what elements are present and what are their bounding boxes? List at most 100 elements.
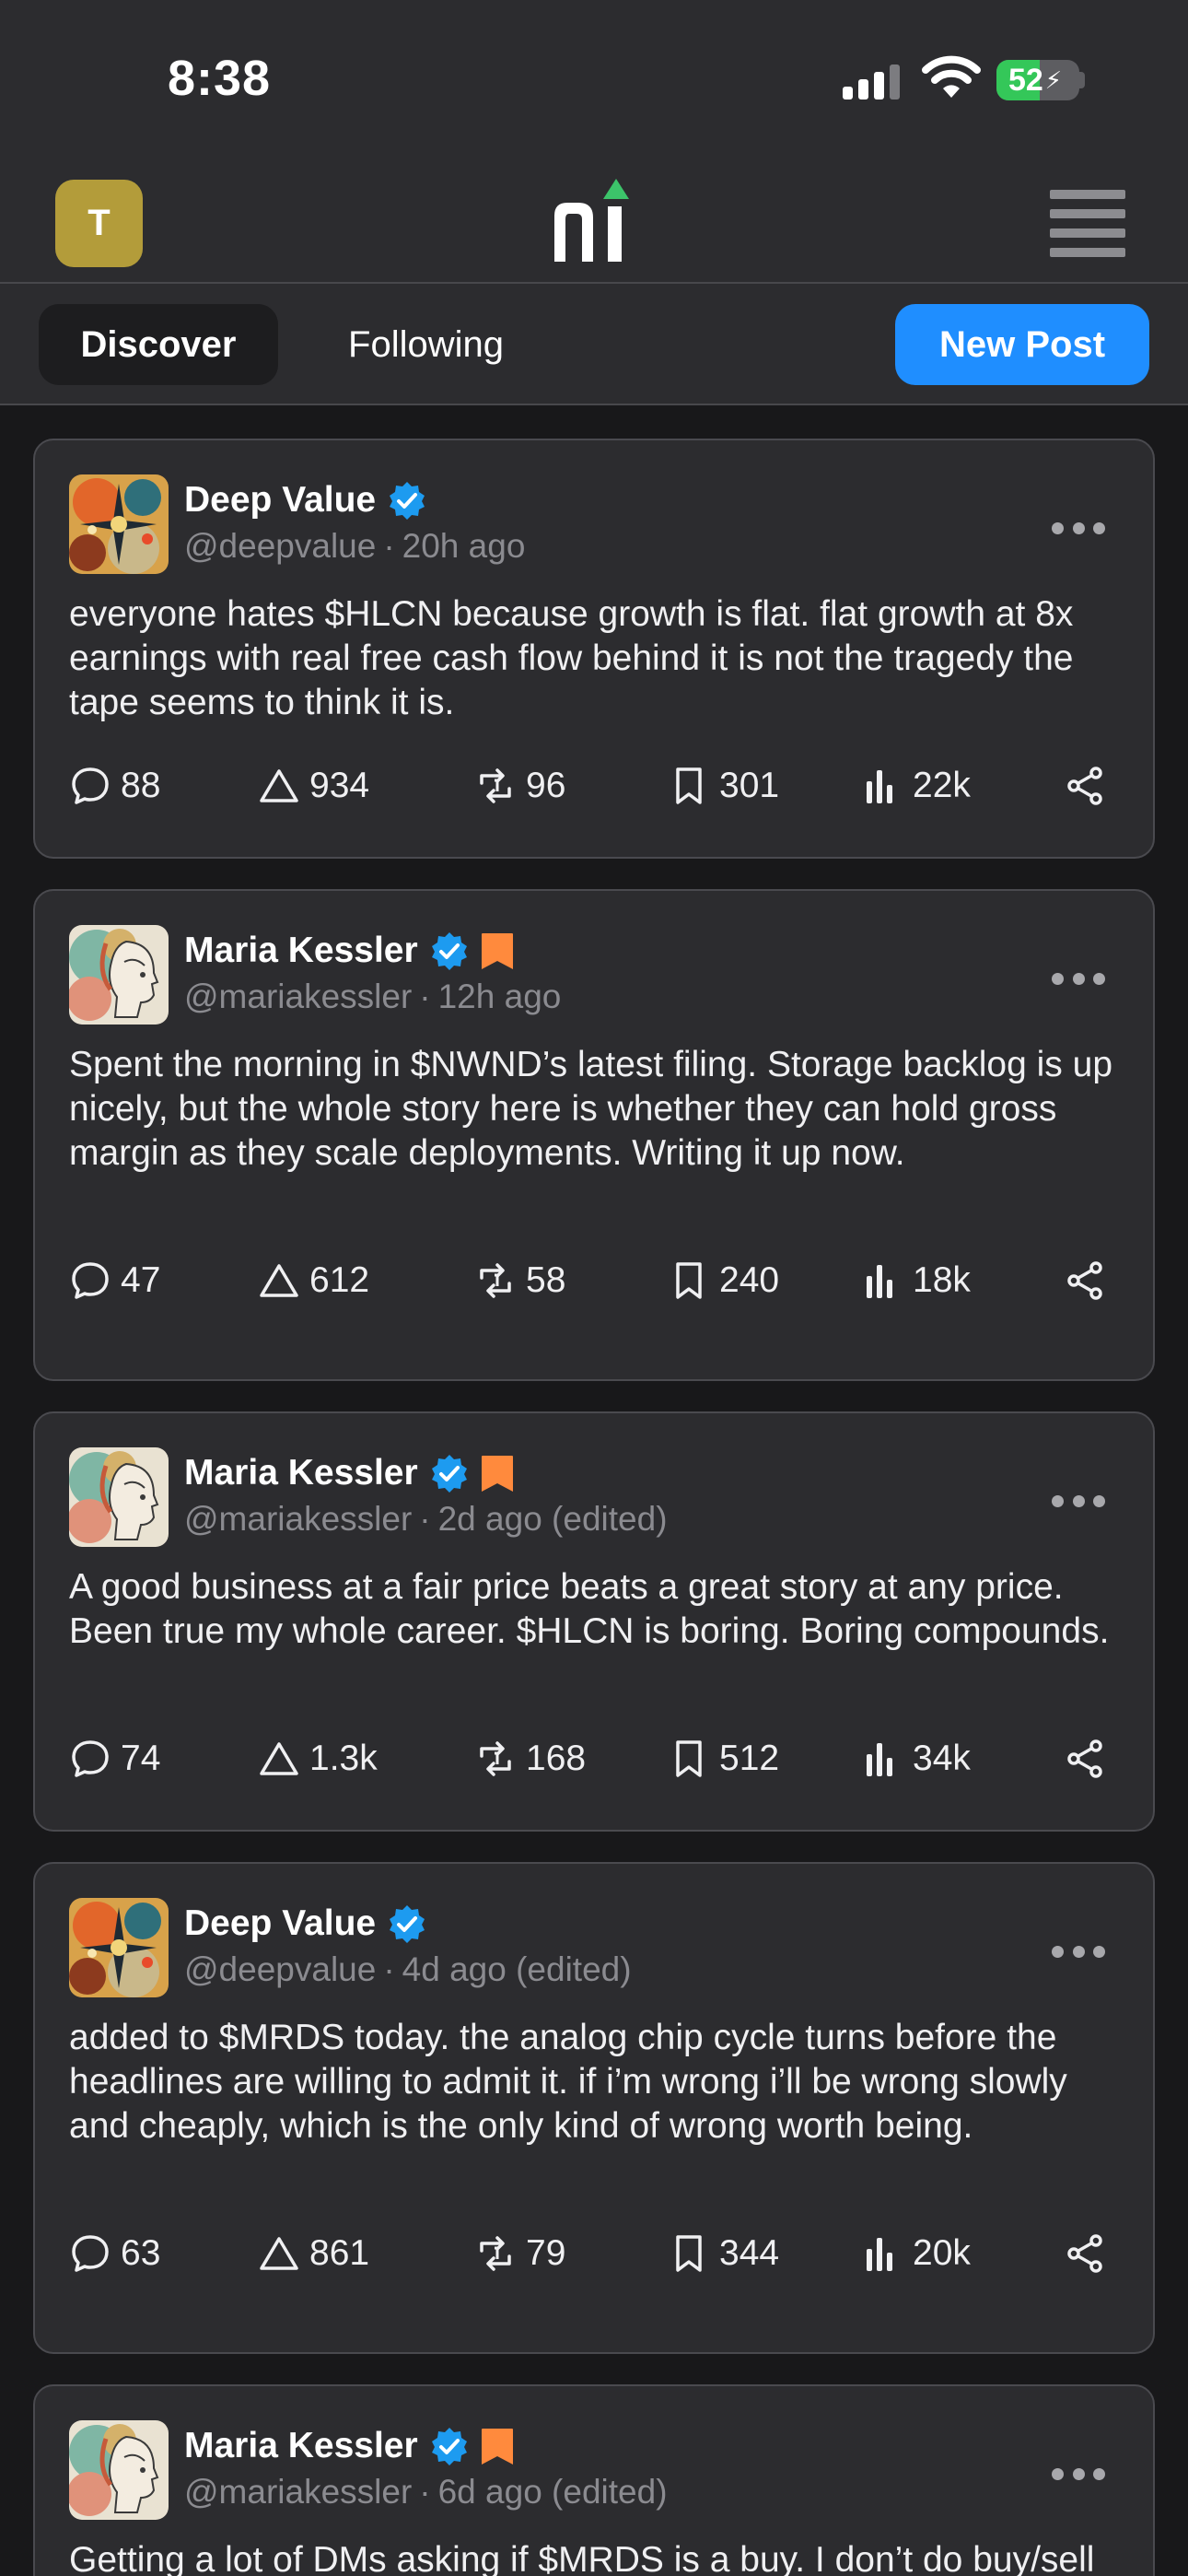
author-handle[interactable]: @mariakessler — [184, 1500, 412, 1538]
more-options-icon[interactable] — [1052, 1942, 1105, 1961]
post-time: 4d ago (edited) — [402, 1950, 632, 1988]
post-time: 2d ago (edited) — [437, 1500, 668, 1538]
creator-badge-icon — [479, 2426, 516, 2466]
post-card[interactable]: Deep Value @deepvalue · 4d ago (edited) ad… — [33, 1862, 1155, 2354]
save-count: 512 — [719, 1739, 780, 1778]
menu-icon[interactable] — [1050, 190, 1125, 258]
like-count: 1.3k — [309, 1739, 378, 1778]
post-text: Spent the morning in $NWND’s latest fili… — [69, 1045, 1113, 1173]
more-options-icon[interactable] — [1052, 1492, 1105, 1510]
comment-icon — [69, 765, 111, 807]
views-button[interactable]: 22k — [861, 758, 971, 814]
repost-button[interactable]: 79 — [474, 2226, 565, 2281]
repost-count: 96 — [526, 766, 566, 805]
post-text: added to $MRDS today. the analog chip cy… — [69, 2018, 1067, 2146]
comment-icon — [69, 2232, 111, 2275]
views-icon — [861, 1738, 903, 1780]
like-button[interactable]: 861 — [258, 2226, 369, 2281]
author-name[interactable]: Maria Kessler — [184, 1453, 418, 1493]
profile-avatar[interactable]: T — [55, 180, 143, 267]
status-time: 8:38 — [168, 51, 272, 106]
views-button[interactable]: 18k — [861, 1253, 971, 1308]
post-actions: 88 934 96 301 22k — [69, 758, 1116, 814]
like-button[interactable]: 1.3k — [258, 1731, 378, 1786]
post-text: everyone hates $HLCN because growth is f… — [69, 594, 1074, 722]
share-button[interactable] — [1065, 2226, 1107, 2281]
share-button[interactable] — [1065, 1731, 1107, 1786]
author-avatar[interactable] — [69, 2420, 169, 2520]
repost-button[interactable]: 58 — [474, 1253, 565, 1308]
share-icon — [1065, 1738, 1107, 1780]
tab-following[interactable]: Following — [313, 304, 539, 385]
author-name[interactable]: Deep Value — [184, 480, 376, 521]
share-icon — [1065, 2232, 1107, 2275]
more-options-icon[interactable] — [1052, 2465, 1105, 2483]
views-button[interactable]: 20k — [861, 2226, 971, 2281]
author-name[interactable]: Maria Kessler — [184, 2426, 418, 2466]
repost-button[interactable]: 96 — [474, 758, 565, 814]
author-handle[interactable]: @mariakessler — [184, 978, 412, 1015]
like-button[interactable]: 612 — [258, 1253, 369, 1308]
author-avatar[interactable] — [69, 1898, 169, 1997]
repost-count: 58 — [526, 1260, 566, 1300]
creator-badge-icon — [479, 1453, 516, 1493]
post-actions: 63 861 79 344 20k — [69, 2226, 1116, 2281]
repost-icon — [474, 1259, 517, 1302]
views-count: 22k — [913, 766, 971, 805]
author-avatar[interactable] — [69, 925, 169, 1025]
comment-button[interactable]: 63 — [69, 2226, 160, 2281]
save-count: 240 — [719, 1260, 780, 1300]
author-handle[interactable]: @deepvalue — [184, 1950, 376, 1988]
share-button[interactable] — [1065, 758, 1107, 814]
like-icon — [258, 1259, 300, 1302]
comment-button[interactable]: 74 — [69, 1731, 160, 1786]
views-count: 18k — [913, 1260, 971, 1300]
author-name[interactable]: Deep Value — [184, 1903, 376, 1944]
views-icon — [861, 1259, 903, 1302]
verified-icon — [429, 2426, 470, 2466]
save-button[interactable]: 512 — [668, 1731, 779, 1786]
repost-count: 168 — [526, 1739, 587, 1778]
author-avatar[interactable] — [69, 474, 169, 574]
share-button[interactable] — [1065, 1253, 1107, 1308]
post-feed[interactable]: Deep Value @deepvalue · 20h ago everyone h… — [0, 405, 1188, 2576]
author-avatar[interactable] — [69, 1447, 169, 1547]
post-time: 6d ago (edited) — [437, 2473, 668, 2511]
repost-button[interactable]: 168 — [474, 1731, 586, 1786]
share-icon — [1065, 1259, 1107, 1302]
views-icon — [861, 2232, 903, 2275]
tab-discover[interactable]: Discover — [39, 304, 278, 385]
views-button[interactable]: 34k — [861, 1731, 971, 1786]
ni-logo-icon[interactable] — [549, 166, 641, 267]
post-card[interactable]: Maria Kessler @mariakessler · 2d ago (edit… — [33, 1411, 1155, 1832]
battery-level: 52 — [1007, 62, 1043, 98]
more-options-icon[interactable] — [1052, 519, 1105, 537]
cellular-signal-icon — [843, 63, 902, 100]
post-time: 20h ago — [402, 527, 526, 565]
author-handle[interactable]: @mariakessler — [184, 2473, 412, 2511]
comment-button[interactable]: 47 — [69, 1253, 160, 1308]
like-count: 612 — [309, 1260, 370, 1300]
verified-icon — [387, 480, 427, 521]
more-options-icon[interactable] — [1052, 969, 1105, 988]
save-count: 344 — [719, 2233, 780, 2273]
status-bar: 8:38 52 ⚡ — [0, 0, 1188, 157]
save-icon — [668, 1738, 710, 1780]
post-card[interactable]: Maria Kessler @mariakessler · 12h ago Spen… — [33, 889, 1155, 1381]
new-post-button[interactable]: New Post — [895, 304, 1149, 385]
like-button[interactable]: 934 — [258, 758, 369, 814]
save-button[interactable]: 301 — [668, 758, 779, 814]
post-card[interactable]: Deep Value @deepvalue · 20h ago everyone h… — [33, 439, 1155, 859]
author-name[interactable]: Maria Kessler — [184, 931, 418, 971]
comment-button[interactable]: 88 — [69, 758, 160, 814]
save-count: 301 — [719, 766, 780, 805]
save-button[interactable]: 344 — [668, 2226, 779, 2281]
author-handle[interactable]: @deepvalue — [184, 527, 376, 565]
wifi-icon — [922, 55, 981, 98]
like-icon — [258, 2232, 300, 2275]
comment-count: 63 — [121, 2233, 161, 2273]
post-text: Getting a lot of DMs asking if $MRDS is … — [69, 2540, 1095, 2576]
post-card[interactable]: Maria Kessler @mariakessler · 6d ago (edit… — [33, 2384, 1155, 2576]
save-button[interactable]: 240 — [668, 1253, 779, 1308]
comment-count: 88 — [121, 766, 161, 805]
